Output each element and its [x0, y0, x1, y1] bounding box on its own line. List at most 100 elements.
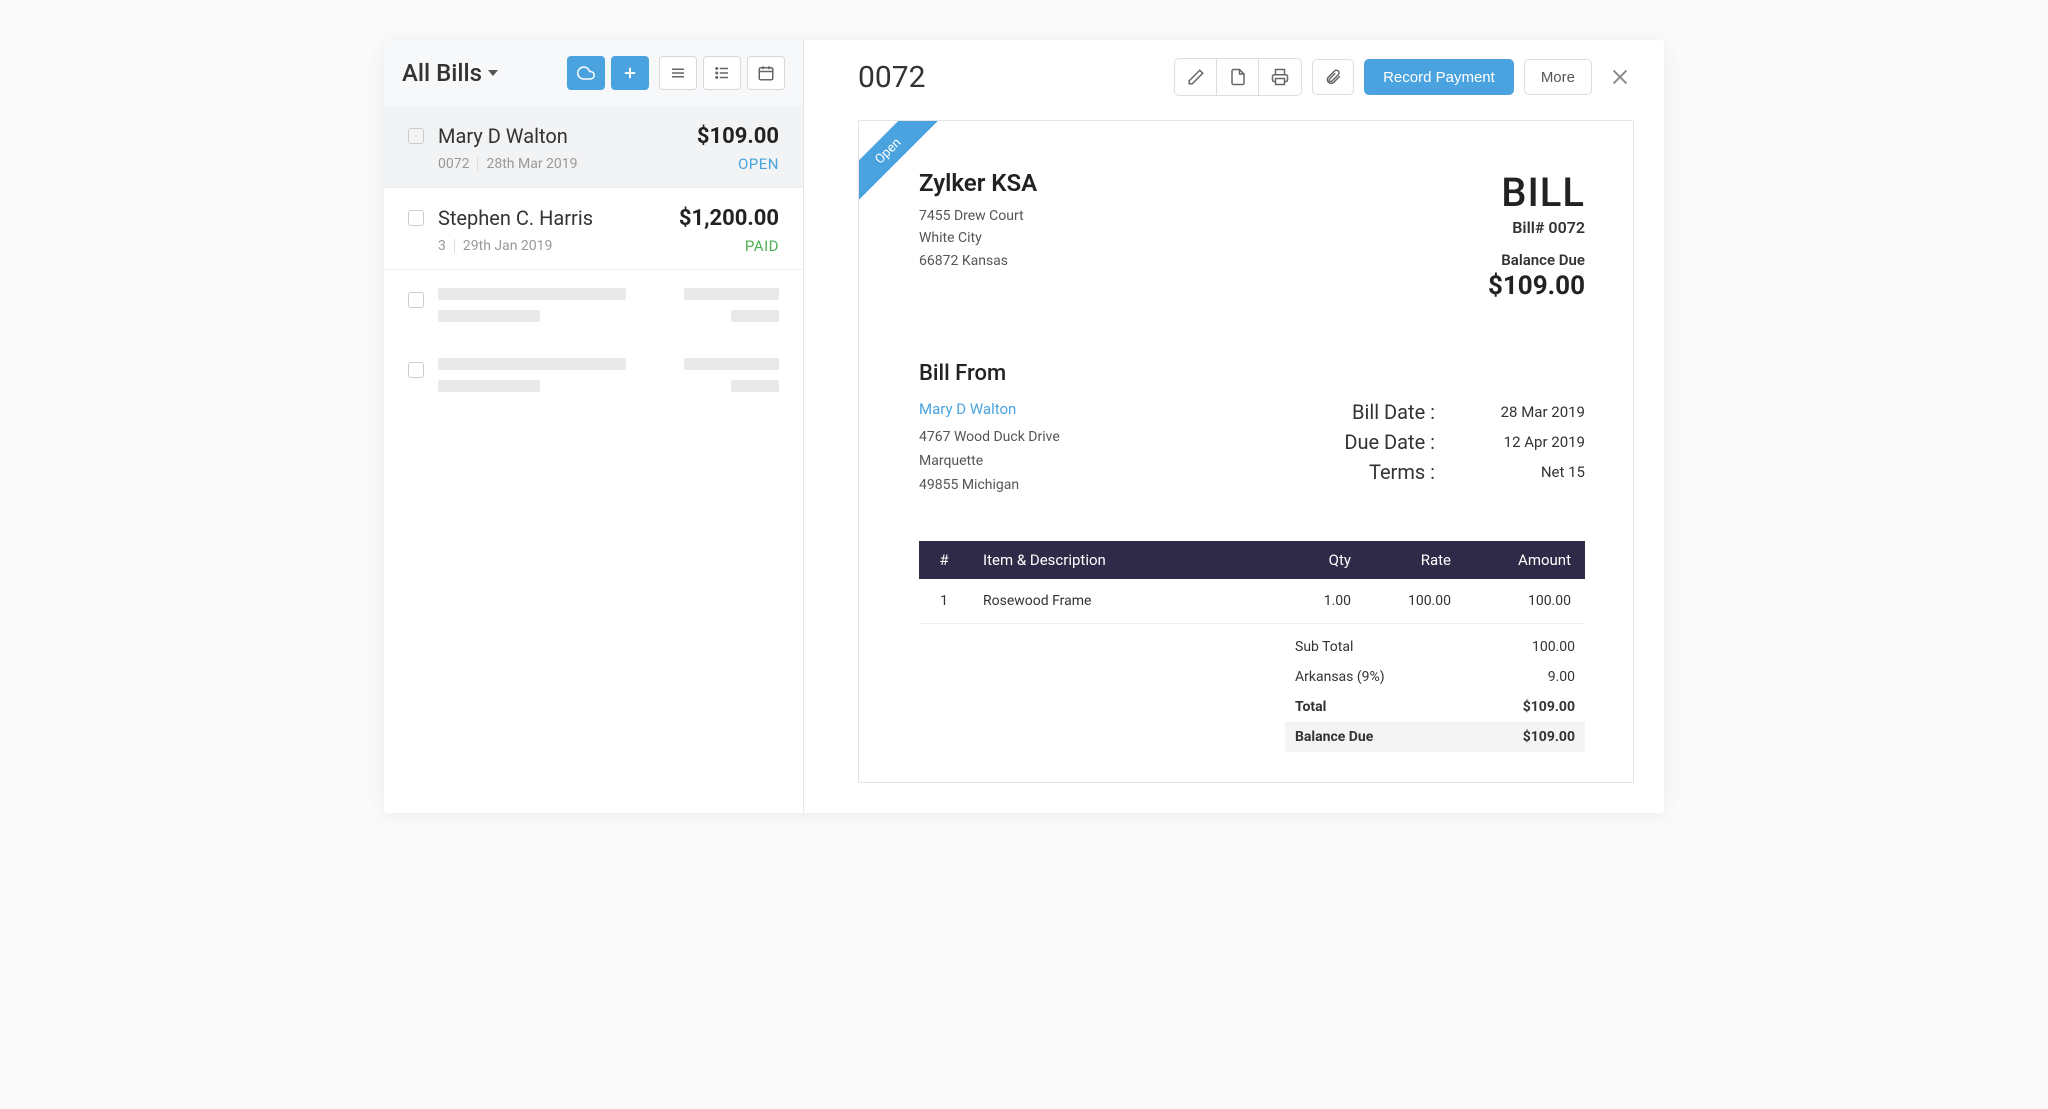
- bill-item-body: Mary D Walton $109.00 0072 28th Mar 2019…: [438, 124, 779, 173]
- detail-pane: 0072 Record Payment More: [804, 40, 1664, 813]
- bill-number-label: Bill# 0072: [1488, 218, 1585, 237]
- view-toggle-group: [659, 56, 785, 90]
- bill-list-item[interactable]: Stephen C. Harris $1,200.00 3 29th Jan 2…: [384, 188, 803, 270]
- terms-value: Net 15: [1475, 457, 1585, 487]
- bill-amount: $109.00: [697, 124, 779, 149]
- cell-qty: 1.00: [1285, 579, 1365, 624]
- calendar-icon: [757, 64, 775, 82]
- bill-status: OPEN: [738, 155, 779, 173]
- tax-value: 9.00: [1548, 669, 1575, 685]
- col-amount: Amount: [1465, 541, 1585, 579]
- primary-action-group: [567, 56, 649, 90]
- edit-button[interactable]: [1175, 59, 1217, 95]
- bill-number: 0072: [438, 156, 469, 172]
- subtotal-label: Sub Total: [1295, 639, 1353, 655]
- subtotal-value: 100.00: [1532, 639, 1575, 655]
- printer-icon: [1271, 68, 1289, 86]
- menu-lines-icon: [669, 64, 687, 82]
- meta-divider: [477, 157, 478, 171]
- cell-desc: Rosewood Frame: [969, 579, 1285, 624]
- pencil-icon: [1187, 68, 1205, 86]
- bill-number: 3: [438, 238, 446, 254]
- col-rate: Rate: [1365, 541, 1465, 579]
- file-icon: [1229, 68, 1247, 86]
- filter-dropdown[interactable]: All Bills: [402, 59, 498, 87]
- vendor-name-link[interactable]: Mary D Walton: [919, 400, 1060, 418]
- dates-block: Bill Date : 28 Mar 2019 Due Date : 12 Ap…: [1344, 361, 1585, 497]
- document-type-label: BILL: [1488, 169, 1585, 216]
- action-button-group: [1174, 58, 1302, 96]
- col-qty: Qty: [1285, 541, 1365, 579]
- more-button[interactable]: More: [1524, 59, 1592, 95]
- balance-label: Balance Due: [1295, 729, 1373, 745]
- bill-date-value: 28 Mar 2019: [1475, 397, 1585, 427]
- bill-item-body: Stephen C. Harris $1,200.00 3 29th Jan 2…: [438, 206, 779, 255]
- view-menu-button[interactable]: [659, 56, 697, 90]
- view-list-button[interactable]: [703, 56, 741, 90]
- company-addr-line: 7455 Drew Court: [919, 205, 1037, 227]
- bill-date-label: Bill Date :: [1344, 397, 1475, 427]
- cell-rate: 100.00: [1365, 579, 1465, 624]
- cloud-sync-button[interactable]: [567, 56, 605, 90]
- bill-date: 28th Mar 2019: [486, 156, 577, 172]
- print-button[interactable]: [1259, 59, 1301, 95]
- close-button[interactable]: [1606, 63, 1634, 91]
- line-item-row: 1 Rosewood Frame 1.00 100.00 100.00: [919, 579, 1585, 624]
- view-calendar-button[interactable]: [747, 56, 785, 90]
- plus-icon: [621, 64, 639, 82]
- detail-title: 0072: [858, 60, 925, 95]
- cloud-icon: [577, 64, 595, 82]
- new-bill-button[interactable]: [611, 56, 649, 90]
- record-payment-button[interactable]: Record Payment: [1364, 59, 1514, 95]
- row-checkbox[interactable]: [408, 128, 424, 144]
- pdf-button[interactable]: [1217, 59, 1259, 95]
- bill-amount: $1,200.00: [679, 206, 779, 231]
- close-icon: [1609, 66, 1631, 88]
- bills-sidebar: All Bills: [384, 40, 804, 813]
- bill-list: Mary D Walton $109.00 0072 28th Mar 2019…: [384, 106, 803, 813]
- vendor-addr-line: 49855 Michigan: [919, 474, 1060, 498]
- bill-from-heading: Bill From: [919, 361, 1060, 386]
- app-window: All Bills: [384, 40, 1664, 813]
- due-date-value: 12 Apr 2019: [1475, 427, 1585, 457]
- due-date-label: Due Date :: [1344, 427, 1475, 457]
- filter-label: All Bills: [402, 59, 482, 87]
- skeleton-row: [384, 340, 803, 410]
- row-checkbox: [408, 292, 424, 308]
- balance-value: $109.00: [1523, 729, 1575, 745]
- bill-list-item[interactable]: Mary D Walton $109.00 0072 28th Mar 2019…: [384, 106, 803, 188]
- bill-date: 29th Jan 2019: [463, 238, 553, 254]
- company-addr-line: 66872 Kansas: [919, 250, 1037, 272]
- row-checkbox: [408, 362, 424, 378]
- vendor-addr-line: 4767 Wood Duck Drive: [919, 426, 1060, 450]
- total-value: $109.00: [1523, 699, 1575, 715]
- bill-document: Open Zylker KSA 7455 Drew Court White Ci…: [858, 120, 1634, 783]
- col-desc: Item & Description: [969, 541, 1285, 579]
- company-addr-line: White City: [919, 227, 1037, 249]
- cell-amount: 100.00: [1465, 579, 1585, 624]
- bill-meta: 3 29th Jan 2019: [438, 237, 552, 255]
- paperclip-icon: [1324, 68, 1342, 86]
- list-icon: [713, 64, 731, 82]
- balance-due-label: Balance Due: [1488, 251, 1585, 269]
- row-checkbox[interactable]: [408, 210, 424, 226]
- terms-label: Terms :: [1344, 457, 1475, 487]
- sidebar-toolbar: All Bills: [384, 40, 803, 106]
- line-items-table: # Item & Description Qty Rate Amount 1 R…: [919, 541, 1585, 624]
- meta-divider: [454, 239, 455, 253]
- skeleton-row: [384, 270, 803, 340]
- company-name: Zylker KSA: [919, 169, 1037, 197]
- bill-status: PAID: [745, 237, 779, 255]
- attachment-button[interactable]: [1312, 59, 1354, 95]
- vendor-addr-line: Marquette: [919, 450, 1060, 474]
- bill-customer-name: Stephen C. Harris: [438, 206, 593, 230]
- totals-block: Sub Total 100.00 Arkansas (9%) 9.00 Tota…: [1285, 632, 1585, 752]
- bill-from-block: Bill From Mary D Walton 4767 Wood Duck D…: [919, 361, 1060, 497]
- cell-num: 1: [919, 579, 969, 624]
- caret-down-icon: [488, 70, 498, 76]
- col-num: #: [919, 541, 969, 579]
- total-label: Total: [1295, 699, 1326, 715]
- bill-customer-name: Mary D Walton: [438, 124, 568, 148]
- detail-toolbar: 0072 Record Payment More: [858, 58, 1634, 96]
- company-block: Zylker KSA 7455 Drew Court White City 66…: [919, 169, 1037, 301]
